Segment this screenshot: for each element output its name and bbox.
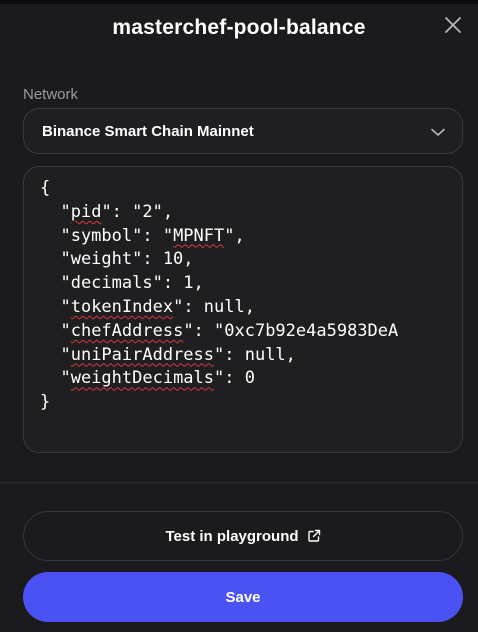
spellcheck-word: weightDecimals bbox=[70, 368, 215, 389]
modal-title: masterchef-pool-balance bbox=[112, 16, 366, 39]
code-line: { bbox=[40, 178, 51, 198]
test-in-playground-button[interactable]: Test in playground bbox=[23, 511, 463, 561]
spellcheck-word: tokenIndex bbox=[70, 296, 174, 317]
network-select[interactable]: Binance Smart Chain Mainnet bbox=[23, 108, 463, 154]
modal-header: masterchef-pool-balance bbox=[0, 0, 478, 56]
close-icon bbox=[445, 17, 461, 33]
network-label: Network bbox=[23, 86, 79, 103]
network-selected-value: Binance Smart Chain Mainnet bbox=[42, 122, 254, 140]
code-line: } bbox=[40, 392, 51, 413]
spellcheck-word: chefAddress bbox=[70, 320, 184, 341]
save-label: Save bbox=[225, 588, 261, 606]
divider bbox=[0, 482, 478, 483]
spellcheck-word: uniPairAddress bbox=[70, 344, 215, 365]
external-link-icon bbox=[307, 529, 320, 542]
chevron-down-icon bbox=[431, 128, 445, 136]
modal: masterchef-pool-balance Network Binance … bbox=[0, 0, 478, 632]
json-editor[interactable]: { "pid": "2", "symbol": "MPNFT", "weight… bbox=[23, 166, 463, 453]
code-line: "decimals": 1, bbox=[40, 273, 204, 294]
code-line: "pid": "2", bbox=[40, 201, 174, 222]
spellcheck-word: MPNFT bbox=[173, 225, 225, 246]
code-line: "chefAddress": "0xc7b92e4a5983DeA bbox=[40, 320, 399, 341]
spellcheck-word: pid bbox=[70, 201, 102, 222]
code-line: "weight": 10, bbox=[40, 249, 194, 270]
code-line: "uniPairAddress": null, bbox=[40, 344, 296, 365]
close-button[interactable] bbox=[442, 14, 464, 36]
test-in-playground-label: Test in playground bbox=[165, 527, 299, 545]
code-line: "symbol": "MPNFT", bbox=[40, 225, 245, 246]
code-line: "tokenIndex": null, bbox=[40, 296, 255, 317]
code-line: "weightDecimals": 0 bbox=[40, 368, 255, 389]
save-button[interactable]: Save bbox=[23, 572, 463, 622]
